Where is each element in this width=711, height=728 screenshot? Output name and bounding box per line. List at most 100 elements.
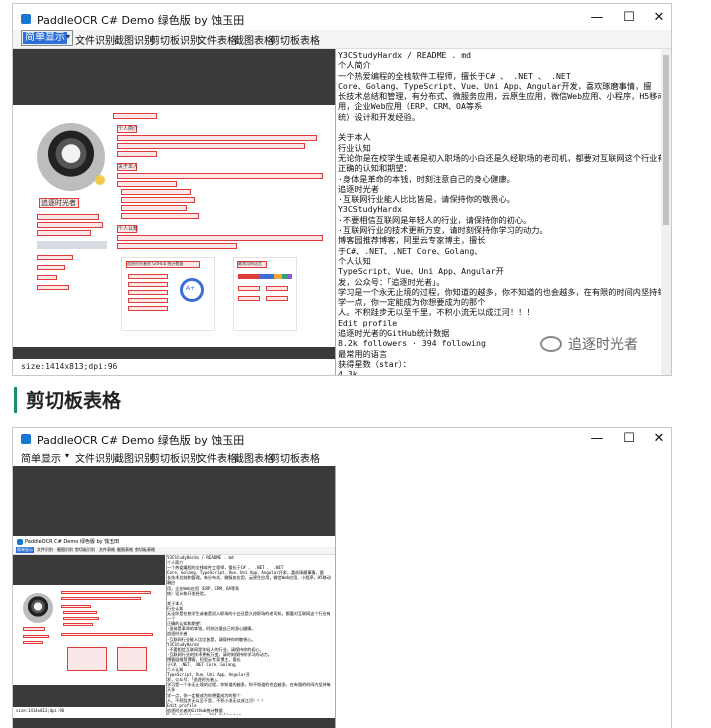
menu-file-ocr[interactable]: 文件识别	[75, 32, 115, 47]
image-preview-pane[interactable]: 追逐时光者 个人简介 关于本人 个人认知 追逐时光者的 GitHub 统计数据 …	[13, 49, 335, 359]
toolbar: 简单显示 ▾ 文件识别 截图识别 剪切板识别 文件表格 截图表格 剪切板表格	[13, 30, 671, 49]
lang-segment-2	[260, 274, 274, 279]
nested-menu-3: 剪切板识别	[75, 547, 95, 552]
languages-title-highlight: 最常用的语言	[237, 261, 267, 268]
nested-hl-4	[61, 591, 151, 594]
stat-highlight-1	[37, 255, 73, 260]
languages-card: 最常用的语言	[233, 257, 297, 331]
ocr-scrollbar[interactable]	[661, 49, 671, 375]
about-text-4	[121, 197, 195, 203]
section-accent-bar	[14, 387, 17, 413]
ocr-line: 追逐时光者	[338, 183, 379, 194]
ocr-line: 长技术总结和管理，有分布式、微服务应用，云原生应用，微信Web应用、小程序，H5…	[167, 575, 331, 586]
menu-screenshot-table[interactable]: 截图表格	[234, 32, 274, 47]
nested-dropdown: 简单显示	[16, 547, 34, 553]
window-title-2: PaddleOCR C# Demo 绿色版 by 蚀玉田	[37, 434, 245, 447]
minimize-button[interactable]: —	[583, 7, 611, 29]
bio-highlight-1	[37, 214, 99, 220]
minimize-button-2[interactable]: —	[583, 428, 611, 450]
image-preview-pane-2[interactable]: PaddleOCR C# Demo 绿色版 by 蚀玉田 简单显示 文件识别 截…	[13, 466, 335, 728]
ocr-line: ·互联网行业能人比比皆是，请保持你的敬畏心。	[338, 194, 515, 205]
ocr-line: 一个热爱编程的全栈软件工程师，擅长于C# 、 .NET 、 .NET	[338, 70, 571, 81]
close-button[interactable]: ✕	[645, 7, 671, 29]
menu-screenshot-ocr-2[interactable]: 截图识别	[114, 450, 154, 465]
stats-title-highlight: 追逐时光者的 GitHub 统计数据	[126, 261, 200, 268]
ocr-line: Y3CStudyHardx	[338, 204, 403, 215]
status-bar: size:1414x813;dpi:96	[21, 362, 118, 371]
edit-profile-button	[37, 241, 107, 249]
menu-clipboard-ocr-2[interactable]: 剪切板识别	[150, 450, 200, 465]
ocr-line: 正确的认知和期望：	[338, 163, 412, 174]
toolbar-2: 简单显示 ▾ 文件识别 截图识别 剪切板识别 文件表格 截图表格 剪切板表格	[13, 448, 671, 467]
menu-file-ocr-2[interactable]: 文件识别	[75, 450, 115, 465]
scrollbar-thumb[interactable]	[663, 55, 669, 225]
stat-highlight-3	[37, 275, 57, 280]
intro-text-1	[117, 135, 317, 141]
display-mode-value: 简单显示	[23, 32, 67, 44]
about-text-2	[117, 181, 177, 187]
ocr-line: 4.3k	[338, 369, 358, 375]
ocr-line: 关于本人	[338, 132, 371, 143]
ocr-line: 学一点，你一定能成为你想要成为的那个	[338, 297, 486, 308]
menu-file-table[interactable]: 文件表格	[197, 32, 237, 47]
nested-menu-6: 剪切板表格	[135, 547, 155, 552]
menu-screenshot-table-2[interactable]: 截图表格	[234, 450, 274, 465]
lang-segment-5	[288, 274, 292, 279]
menu-file-table-2[interactable]: 文件表格	[197, 450, 237, 465]
nested-hl-3	[23, 641, 43, 644]
lang-segment-3	[274, 274, 282, 279]
cog-heading-highlight: 个人认知	[117, 225, 139, 233]
menu-clipboard-ocr[interactable]: 剪切板识别	[150, 32, 200, 47]
ocr-line: 无论你是在校学生或者是初入职场的小白还是久经职场的老司机，都要对互联网这个行业有…	[338, 152, 671, 163]
menu-clipboard-table-2[interactable]: 剪切板表格	[270, 450, 320, 465]
cog-text-1	[117, 235, 323, 241]
ocr-line: 个人简介	[338, 60, 371, 71]
ocr-line: 长技术总结和管理，有分布式、微服务应用，云原生应用，微信Web应用、小程序，H5…	[338, 91, 671, 102]
ocr-lines: Y3CStudyHardx / README . md 个人简介 一个热爱编程的全栈…	[338, 50, 671, 375]
watermark: 追逐时光者	[568, 337, 638, 353]
ocr-line: Edit profile	[338, 317, 398, 328]
ocr-line: 获得星数（star）：	[338, 358, 411, 369]
grade-label: A+	[186, 285, 196, 292]
stats-row-2	[128, 282, 168, 287]
app-icon	[21, 14, 31, 24]
nested-menu-1: 文件识别	[37, 547, 53, 552]
maximize-button[interactable]: ☐	[615, 7, 643, 29]
nested-hl-7	[63, 611, 97, 614]
nested-window-screenshot: PaddleOCR C# Demo 绿色版 by 蚀玉田 简单显示 文件识别 截…	[13, 536, 335, 718]
intro-text-2	[117, 143, 305, 149]
nested-hl-9	[63, 623, 93, 626]
ocr-result-text[interactable]: Y3CStudyHardx / README . md 个人简介 一个热爱编程的全栈…	[335, 49, 671, 375]
ocr-line: 学习是一个永无止境的过程，你知道的越多，你不知道的也会越多，在有限的时间内坚持每…	[167, 682, 331, 693]
nested-hl-6	[61, 605, 91, 608]
display-mode-value-2[interactable]: 简单显示	[21, 450, 61, 465]
ocr-line: 博客园推荐博客，阿里云专家博主，擅长	[338, 235, 486, 246]
about-text-6	[121, 213, 199, 219]
about-heading-highlight: 关于本人	[117, 163, 139, 171]
readme-path-highlight	[113, 113, 157, 119]
nested-hl-10	[61, 633, 153, 636]
ocr-result-text-2[interactable]	[335, 466, 671, 728]
bio-highlight-3	[37, 230, 91, 236]
nested-menu-5: 截图表格	[117, 547, 133, 552]
ocr-window-top: PaddleOCR C# Demo 绿色版 by 蚀玉田 — ☐ ✕ 简单显示 …	[12, 3, 672, 376]
about-text-5	[121, 205, 187, 211]
chevron-down-icon[interactable]: ▾	[65, 451, 69, 460]
maximize-button-2[interactable]: ☐	[615, 428, 643, 450]
display-mode-dropdown[interactable]: 简单显示 ▾	[21, 30, 73, 46]
close-button-2[interactable]: ✕	[645, 428, 671, 450]
ocr-line: TypeScript、Vue、Uni App、Angular开	[338, 266, 504, 277]
status-emoji-icon	[95, 175, 105, 185]
stats-row-1	[128, 274, 168, 279]
stats-row-4	[128, 298, 168, 303]
ocr-window-bottom: PaddleOCR C# Demo 绿色版 by 蚀玉田 — ☐ ✕ 简单显示 …	[12, 427, 672, 728]
nested-hl-11	[67, 647, 107, 671]
nested-image-pane	[13, 555, 165, 707]
ocr-line	[338, 122, 671, 132]
name-highlight: 追逐时光者	[39, 198, 79, 208]
ocr-line: 行业认知	[338, 142, 371, 153]
menu-clipboard-table[interactable]: 剪切板表格	[270, 32, 320, 47]
stat-highlight-2	[37, 265, 65, 270]
wechat-icon	[540, 336, 562, 352]
menu-screenshot-ocr[interactable]: 截图识别	[114, 32, 154, 47]
